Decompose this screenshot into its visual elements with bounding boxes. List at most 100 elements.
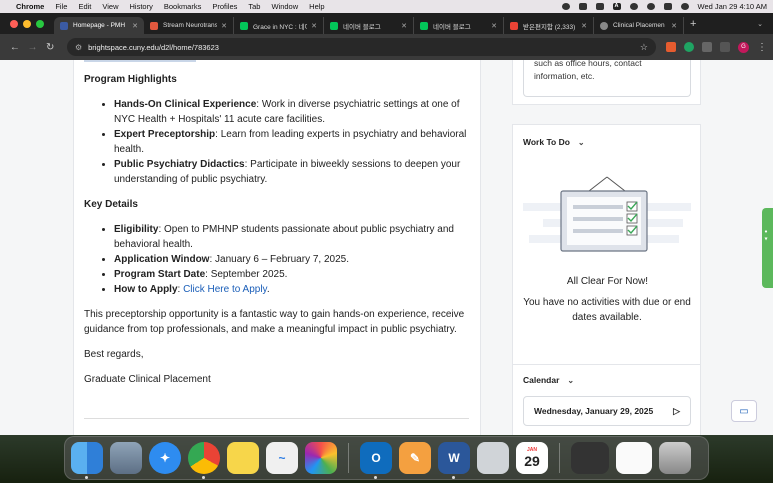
close-tab-icon[interactable]: ✕: [581, 22, 587, 30]
work-to-do-widget: Work To Do ⌄ All Clear For Now! You have…: [512, 124, 701, 404]
new-tab-button[interactable]: +: [690, 18, 696, 30]
finder-icon[interactable]: [71, 442, 103, 479]
input-source-icon[interactable]: A: [612, 3, 621, 10]
minimize-window-button[interactable]: [23, 19, 31, 28]
tab-title: 네이버 블로그: [343, 23, 381, 31]
menu-app-name[interactable]: Chrome: [16, 2, 44, 11]
menu-view[interactable]: View: [102, 2, 118, 11]
url-text[interactable]: brightspace.cuny.edu/d2l/home/783623: [88, 43, 640, 52]
site-info-icon[interactable]: ⚙: [75, 43, 82, 52]
page-viewport: Program Highlights Hands-On Clinical Exp…: [0, 60, 773, 435]
search-icon[interactable]: [646, 3, 655, 10]
tab-search-chevron-icon[interactable]: ⌄: [757, 20, 763, 28]
chrome-menu-icon[interactable]: ⋮: [757, 42, 767, 53]
photos-icon[interactable]: [305, 442, 337, 474]
course-info-card: such as office hours, contact informatio…: [512, 60, 701, 105]
work-to-do-title: Work To Do: [523, 137, 570, 147]
close-tab-icon[interactable]: ✕: [671, 22, 677, 30]
tab-naver-blog-2[interactable]: 네이버 블로그 ✕: [414, 17, 504, 34]
menu-tab[interactable]: Tab: [248, 2, 260, 11]
chat-icon[interactable]: ▭: [731, 400, 757, 422]
close-tab-icon[interactable]: ✕: [311, 22, 317, 30]
browser-tab-strip: Homepage - PMH ✕ Stream Neurotrans ✕ Gra…: [0, 13, 773, 34]
menu-help[interactable]: Help: [309, 2, 324, 11]
apply-link[interactable]: Click Here to Apply: [183, 284, 267, 295]
status-app-icon[interactable]: [561, 3, 570, 10]
close-tab-icon[interactable]: ✕: [401, 22, 407, 30]
menu-profiles[interactable]: Profiles: [212, 2, 237, 11]
siri-icon[interactable]: [680, 3, 689, 10]
control-center-icon[interactable]: [663, 3, 672, 10]
tab-title: Homepage - PMH: [73, 22, 126, 29]
chrome-icon[interactable]: [188, 442, 220, 479]
forward-button[interactable]: →: [24, 42, 42, 53]
preview-icon[interactable]: [477, 442, 509, 474]
chevron-down-icon[interactable]: ⌄: [578, 138, 585, 147]
details-list: Eligibility: Open to PMHNP students pass…: [114, 222, 469, 297]
pages-icon[interactable]: ✎: [399, 442, 431, 474]
close-tab-icon[interactable]: ✕: [491, 22, 497, 30]
calendar-header[interactable]: Calendar ⌄: [523, 375, 574, 385]
list-item-bold: How to Apply: [114, 284, 178, 295]
calendar-app-icon[interactable]: JAN 29: [516, 442, 548, 474]
notes-icon[interactable]: [227, 442, 259, 474]
tab-stream[interactable]: Stream Neurotrans ✕: [144, 17, 234, 34]
list-item: Public Psychiatry Didactics: Participate…: [114, 157, 469, 187]
calendar-date-selector[interactable]: Wednesday, January 29, 2025 ▷: [523, 396, 691, 426]
back-button[interactable]: ←: [6, 42, 24, 53]
list-item-text: : September 2025.: [205, 269, 288, 280]
status-icons: A Wed Jan 29 4:10 AM: [561, 2, 768, 11]
feedback-side-tab[interactable]: ▲ ●: [762, 208, 773, 288]
work-to-do-header[interactable]: Work To Do ⌄: [523, 137, 585, 147]
menu-history[interactable]: History: [130, 2, 153, 11]
freeform-icon[interactable]: ~: [266, 442, 298, 474]
reload-button[interactable]: ↻: [41, 42, 59, 53]
list-item: How to Apply: Click Here to Apply.: [114, 282, 469, 297]
divider: [84, 418, 469, 419]
menu-bookmarks[interactable]: Bookmarks: [164, 2, 202, 11]
body-paragraph: This preceptorship opportunity is a fant…: [84, 309, 465, 335]
calendar-widget: Calendar ⌄ Wednesday, January 29, 2025 ▷: [512, 364, 701, 435]
profile-avatar[interactable]: G: [737, 41, 749, 53]
tab-grace-in-nyc[interactable]: Grace in NYC : 네이 ✕: [234, 17, 324, 34]
wifi-icon[interactable]: [629, 3, 638, 10]
chevron-down-icon[interactable]: ⌄: [567, 376, 574, 385]
bookmark-star-icon[interactable]: ☆: [640, 42, 648, 53]
address-bar[interactable]: ⚙ brightspace.cuny.edu/d2l/home/783623 ☆: [66, 38, 656, 56]
close-window-button[interactable]: [10, 19, 18, 28]
next-date-icon[interactable]: ▷: [673, 406, 680, 417]
launchpad-icon[interactable]: [110, 442, 142, 474]
safari-icon[interactable]: ✦: [149, 442, 181, 474]
tab-homepage[interactable]: Homepage - PMH ✕: [54, 17, 144, 34]
bluetooth-icon[interactable]: [578, 3, 587, 10]
extension-icon[interactable]: [665, 42, 676, 52]
grammarly-icon[interactable]: [683, 42, 694, 52]
battery-icon[interactable]: [595, 3, 604, 10]
list-item: Hands-On Clinical Experience: Work in di…: [114, 97, 469, 127]
tab-naver-blog-1[interactable]: 네이버 블로그 ✕: [324, 17, 414, 34]
sidepanel-icon[interactable]: [719, 42, 730, 52]
tab-gmail[interactable]: 받은편지함 (2,333) ✕: [504, 17, 594, 34]
close-tab-icon[interactable]: ✕: [132, 22, 138, 30]
trash-icon[interactable]: [659, 442, 691, 474]
menu-file[interactable]: File: [55, 2, 67, 11]
list-item-bold: Program Start Date: [114, 269, 206, 280]
browser-toolbar: ← → ↻ ⚙ brightspace.cuny.edu/d2l/home/78…: [0, 34, 773, 60]
details-heading: Key Details: [84, 199, 138, 210]
menubar-clock[interactable]: Wed Jan 29 4:10 AM: [698, 2, 768, 11]
extensions-puzzle-icon[interactable]: [701, 42, 712, 52]
menu-edit[interactable]: Edit: [78, 2, 91, 11]
recent-window-thumbnail[interactable]: [571, 442, 609, 474]
word-icon[interactable]: W: [438, 442, 470, 479]
course-info-text: such as office hours, contact informatio…: [523, 60, 691, 97]
zoom-window-button[interactable]: [36, 19, 44, 28]
tab-clinical-placement[interactable]: Clinical Placemen ✕: [594, 17, 684, 34]
menu-window[interactable]: Window: [271, 2, 298, 11]
scroll-highlight-bar: [84, 60, 196, 62]
close-tab-icon[interactable]: ✕: [221, 22, 227, 30]
highlights-heading: Program Highlights: [84, 74, 177, 85]
tab-title: Clinical Placemen: [613, 22, 665, 29]
globe-favicon: [600, 21, 608, 30]
recent-document-thumbnail[interactable]: [616, 442, 652, 474]
outlook-icon[interactable]: O: [360, 442, 392, 479]
